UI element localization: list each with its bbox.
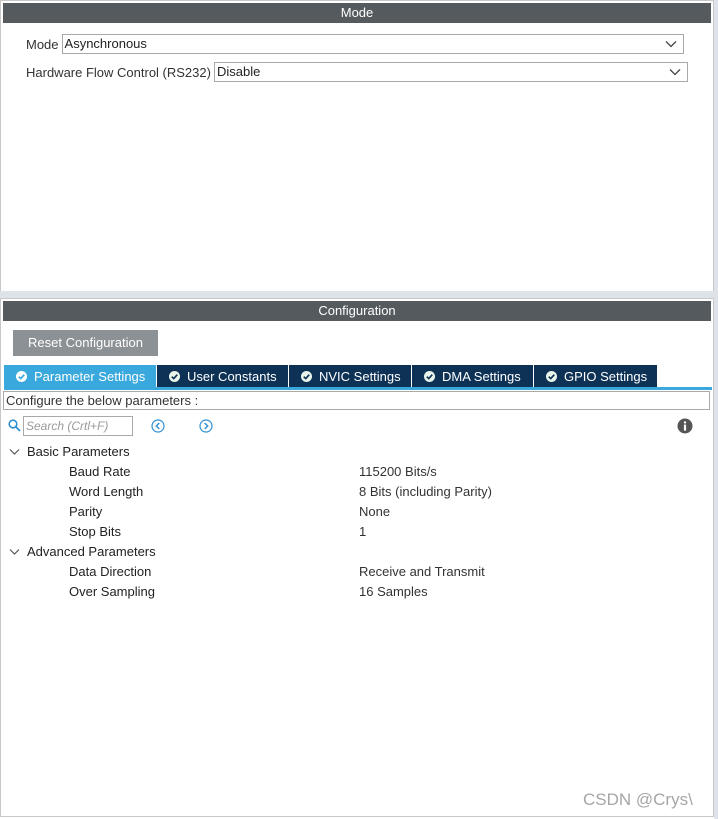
chevron-right-circle-icon[interactable] [199, 419, 213, 433]
param-name: Stop Bits [69, 524, 122, 539]
mode-label: Mode [26, 36, 59, 52]
tab-bar: Parameter Settings User Constants NVIC S… [4, 365, 712, 390]
param-value[interactable]: Receive and Transmit [359, 562, 485, 582]
configuration-panel-header: Configuration [3, 301, 711, 321]
flow-control-label: Hardware Flow Control (RS232) [26, 64, 211, 80]
param-row[interactable]: Parity None [1, 502, 715, 522]
check-circle-icon [16, 370, 27, 382]
search-bar [8, 416, 708, 436]
chevron-down-icon [665, 41, 676, 48]
chevron-down-icon[interactable] [9, 447, 20, 457]
tab-parameter-settings[interactable]: Parameter Settings [4, 365, 156, 387]
param-name: Baud Rate [69, 464, 131, 479]
configuration-panel: Configuration Reset Configuration Parame… [0, 298, 714, 817]
param-value[interactable]: 8 Bits (including Parity) [359, 482, 492, 502]
window-edge [714, 0, 718, 819]
group-advanced-parameters[interactable]: Advanced Parameters [1, 542, 715, 562]
reset-configuration-button[interactable]: Reset Configuration [13, 330, 158, 356]
tab-gpio-settings[interactable]: GPIO Settings [534, 365, 657, 387]
param-value[interactable]: 115200 Bits/s [359, 462, 437, 482]
check-circle-icon [424, 370, 435, 382]
group-label: Advanced Parameters [27, 544, 156, 559]
flow-control-select[interactable]: Disable [213, 62, 688, 82]
param-row[interactable]: Baud Rate 115200 Bits/s [1, 462, 715, 482]
tab-label: GPIO Settings [564, 368, 648, 384]
parameter-tree: Basic Parameters Baud Rate 115200 Bits/s… [1, 442, 715, 602]
mode-panel-header: Mode [3, 3, 711, 23]
mode-panel: Mode Mode Asynchronous Hardware Flow Con… [0, 0, 714, 292]
watermark: CSDN @Crys\ [583, 790, 693, 809]
param-value[interactable]: 1 [359, 522, 366, 542]
group-basic-parameters[interactable]: Basic Parameters [1, 442, 715, 462]
mode-select[interactable]: Asynchronous [61, 34, 684, 54]
tab-nvic-settings[interactable]: NVIC Settings [289, 365, 411, 387]
search-input[interactable] [23, 416, 133, 436]
param-row[interactable]: Over Sampling 16 Samples [1, 582, 715, 602]
tab-label: NVIC Settings [319, 368, 401, 384]
param-name: Over Sampling [69, 584, 155, 599]
tab-dma-settings[interactable]: DMA Settings [412, 365, 533, 387]
param-value[interactable]: None [359, 502, 390, 522]
check-circle-icon [546, 370, 557, 382]
param-row[interactable]: Data Direction Receive and Transmit [1, 562, 715, 582]
group-label: Basic Parameters [27, 444, 130, 459]
check-circle-icon [169, 370, 180, 382]
search-icon [8, 419, 21, 432]
flow-control-row: Hardware Flow Control (RS232) Disable [26, 61, 688, 83]
param-name: Data Direction [69, 564, 152, 579]
mode-row: Mode Asynchronous [26, 33, 684, 55]
param-name: Parity [69, 504, 103, 519]
info-icon[interactable] [677, 418, 693, 434]
tab-user-constants[interactable]: User Constants [157, 365, 288, 387]
chevron-left-circle-icon[interactable] [151, 419, 165, 433]
tab-label: Parameter Settings [34, 368, 146, 384]
param-row[interactable]: Word Length 8 Bits (including Parity) [1, 482, 715, 502]
flow-control-select-value: Disable [216, 64, 261, 79]
param-row[interactable]: Stop Bits 1 [1, 522, 715, 542]
configure-description: Configure the below parameters : [3, 391, 710, 410]
tab-label: DMA Settings [442, 368, 521, 384]
param-name: Word Length [69, 484, 144, 499]
param-value[interactable]: 16 Samples [359, 582, 428, 602]
panel-splitter[interactable] [0, 291, 718, 298]
mode-select-value: Asynchronous [64, 36, 147, 51]
chevron-down-icon[interactable] [9, 547, 20, 557]
check-circle-icon [301, 370, 312, 382]
tab-label: User Constants [187, 368, 277, 384]
chevron-down-icon [669, 69, 681, 76]
